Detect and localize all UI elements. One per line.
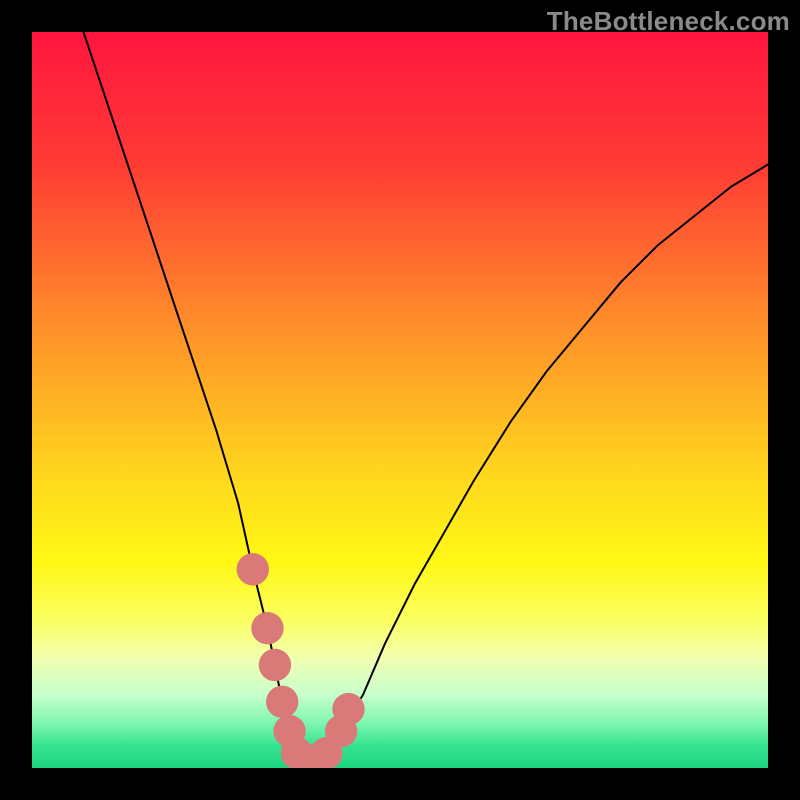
watermark-text: TheBottleneck.com	[547, 6, 790, 37]
chart-svg	[32, 32, 768, 768]
marker-dot	[266, 686, 298, 718]
marker-dot	[259, 649, 291, 681]
plot-area	[32, 32, 768, 768]
marker-dot	[251, 612, 283, 644]
gradient-background	[32, 32, 768, 768]
chart-frame: TheBottleneck.com	[0, 0, 800, 800]
marker-dot	[332, 693, 364, 725]
marker-dot	[237, 553, 269, 585]
